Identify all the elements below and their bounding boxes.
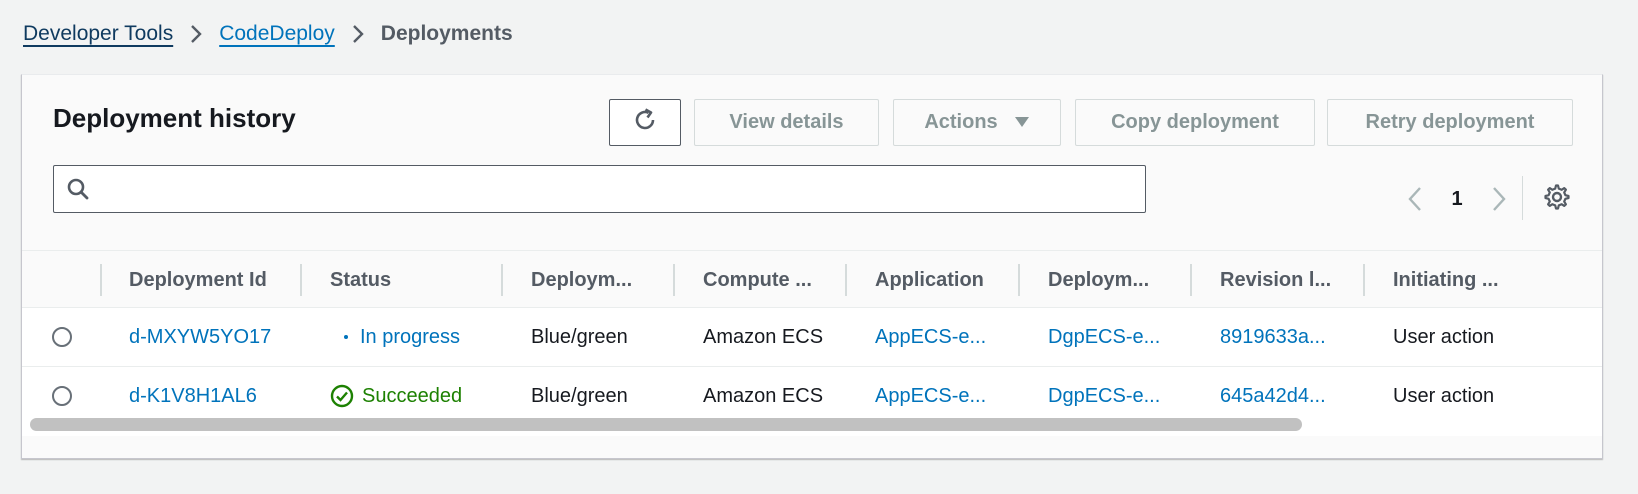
table-row[interactable]: d-MXYW5YO17 In progress Blue/green Amazo…	[22, 308, 1602, 367]
search-input[interactable]	[53, 165, 1146, 213]
column-separator[interactable]	[673, 264, 675, 296]
breadcrumb: Developer Tools CodeDeploy Deployments	[23, 22, 513, 46]
status-cell: In progress	[330, 308, 460, 366]
column-header-revision-location[interactable]: Revision l...	[1220, 251, 1331, 309]
revision-link[interactable]: 8919633a...	[1220, 308, 1326, 366]
copy-deployment-button[interactable]: Copy deployment	[1075, 99, 1315, 146]
column-header-application[interactable]: Application	[875, 251, 984, 309]
chevron-right-icon[interactable]	[1484, 186, 1514, 212]
scrollbar-thumb[interactable]	[30, 418, 1302, 431]
chevron-left-icon[interactable]	[1400, 186, 1430, 212]
deployment-history-panel: Deployment history View details Actions …	[21, 74, 1603, 459]
breadcrumb-current: Deployments	[380, 22, 513, 45]
gear-icon[interactable]	[1544, 184, 1570, 215]
column-header-status[interactable]: Status	[330, 251, 391, 309]
column-separator[interactable]	[300, 264, 302, 296]
panel-title: Deployment history	[53, 103, 296, 133]
pagination: 1	[1400, 186, 1514, 212]
page-number[interactable]: 1	[1430, 188, 1484, 211]
row-select-radio[interactable]	[52, 327, 72, 347]
column-header-compute-platform[interactable]: Compute ...	[703, 251, 812, 309]
refresh-button[interactable]	[609, 99, 681, 146]
column-header-deployment-type[interactable]: Deploym...	[531, 251, 632, 309]
breadcrumb-codedeploy[interactable]: CodeDeploy	[219, 22, 335, 46]
column-separator[interactable]	[845, 264, 847, 296]
application-link[interactable]: AppECS-e...	[875, 308, 986, 366]
table-header: Deployment Id Status Deploym... Compute …	[22, 250, 1602, 309]
divider	[1522, 176, 1523, 220]
check-circle-icon	[330, 384, 354, 408]
deployment-group-link[interactable]: DgpECS-e...	[1048, 308, 1160, 366]
refresh-icon	[632, 107, 658, 139]
column-header-initiating-event[interactable]: Initiating ...	[1393, 251, 1499, 309]
view-details-button[interactable]: View details	[694, 99, 879, 146]
status-text: In progress	[360, 325, 461, 348]
deployment-type-cell: Blue/green	[531, 325, 628, 348]
retry-deployment-button[interactable]: Retry deployment	[1327, 99, 1573, 146]
search-icon	[66, 177, 90, 206]
column-header-deployment-id[interactable]: Deployment Id	[129, 251, 267, 309]
row-select-radio[interactable]	[52, 386, 72, 406]
column-separator[interactable]	[1190, 264, 1192, 296]
chevron-right-icon	[173, 24, 219, 44]
compute-platform-cell: Amazon ECS	[703, 325, 824, 348]
actions-label: Actions	[924, 111, 998, 133]
initiating-event-cell: User action	[1393, 325, 1495, 348]
breadcrumb-developer-tools[interactable]: Developer Tools	[23, 22, 173, 46]
horizontal-scrollbar[interactable]	[22, 412, 1602, 436]
column-separator[interactable]	[1363, 264, 1365, 296]
caret-down-icon	[1014, 115, 1030, 131]
chevron-right-icon	[335, 24, 381, 44]
column-separator	[100, 264, 102, 296]
in-progress-icon	[344, 335, 348, 339]
status-text: Succeeded	[362, 384, 463, 407]
column-separator[interactable]	[501, 264, 503, 296]
column-header-deployment-group[interactable]: Deploym...	[1048, 251, 1149, 309]
actions-dropdown-button[interactable]: Actions	[893, 99, 1061, 146]
column-separator[interactable]	[1018, 264, 1020, 296]
deployment-id-link[interactable]: d-MXYW5YO17	[129, 308, 271, 366]
